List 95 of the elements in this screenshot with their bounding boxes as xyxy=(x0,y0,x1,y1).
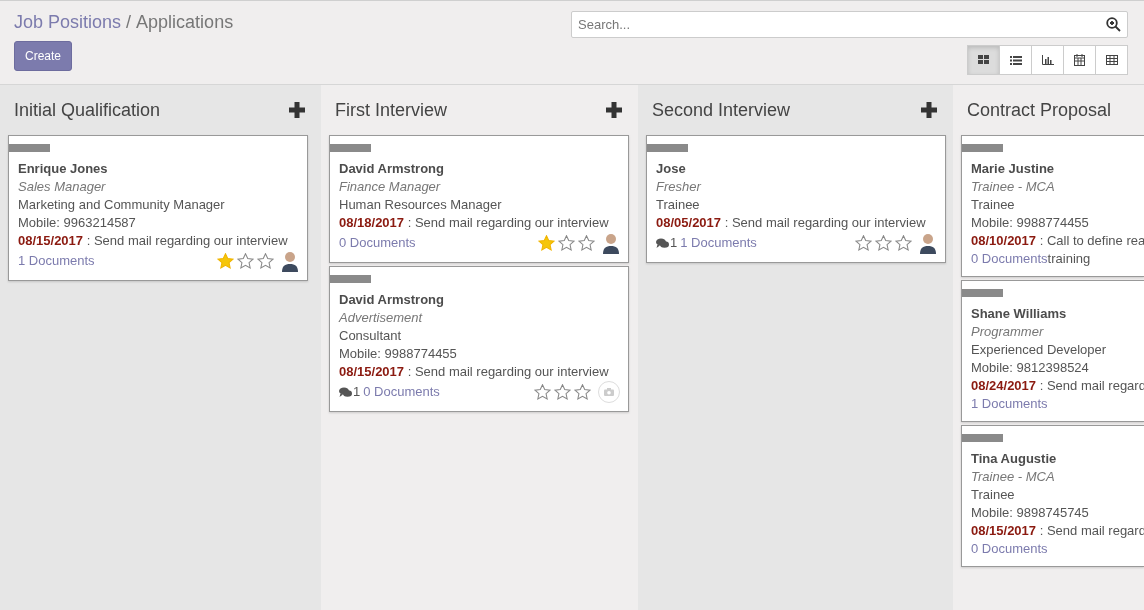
activity-date: 08/10/2017 xyxy=(971,232,1037,250)
applicant-card[interactable]: Jose Fresher Trainee 08/05/2017 : Send mail regarding our interview 1 1 Documents xyxy=(646,135,946,263)
job-title: Consultant xyxy=(339,327,403,345)
search-icon[interactable] xyxy=(1106,17,1121,32)
filled-star-icon[interactable] xyxy=(217,253,234,269)
applicant-name: Tina Augustie xyxy=(971,450,1058,468)
kanban-icon xyxy=(978,55,989,65)
applicant-source: Advertisement xyxy=(339,309,424,327)
activity-date: 08/15/2017 xyxy=(971,522,1037,540)
applicant-name: David Armstrong xyxy=(339,160,445,178)
activity-date: 08/24/2017 xyxy=(971,377,1037,395)
column-title: Initial Qualification xyxy=(14,99,161,121)
applicant-source: Trainee - MCA xyxy=(971,468,1056,486)
applicant-card[interactable]: David Armstrong Finance Manager Human Resources Manager 08/18/2017 : Send mail regarding our interview 0 Documents xyxy=(329,135,629,263)
job-title: Human Resources Manager xyxy=(339,196,503,214)
empty-star-icon[interactable] xyxy=(875,235,892,251)
job-title: Trainee xyxy=(656,196,701,214)
filled-star-icon[interactable] xyxy=(538,235,555,251)
applicant-name: Marie Justine xyxy=(971,160,1056,178)
column-title: Second Interview xyxy=(652,99,791,121)
empty-star-icon[interactable] xyxy=(237,253,254,269)
applicant-source: Finance Manager xyxy=(339,178,442,196)
empty-star-icon[interactable] xyxy=(257,253,274,269)
mobile-number: Mobile: 9812398524 xyxy=(971,359,1090,377)
breadcrumb-separator: / xyxy=(126,12,132,33)
mobile-number: Mobile: 9988774455 xyxy=(971,214,1090,232)
empty-star-icon[interactable] xyxy=(554,384,571,400)
documents-link[interactable]: 0 Documents xyxy=(971,540,1048,558)
empty-star-icon[interactable] xyxy=(558,235,575,251)
view-toggle-button[interactable] xyxy=(1095,45,1128,75)
mobile-number: Mobile: 9898745745 xyxy=(971,504,1090,522)
color-tag xyxy=(330,144,371,152)
bar-chart-icon xyxy=(1041,55,1054,65)
documents-link[interactable]: 0 Documents xyxy=(339,234,416,252)
table-icon xyxy=(1105,55,1118,65)
list-icon xyxy=(1009,55,1022,65)
add-card-button[interactable] xyxy=(604,100,624,120)
activity-summary: : Send mail regarding our interview xyxy=(406,363,609,381)
job-title: Experienced Developer xyxy=(971,341,1108,359)
empty-star-icon[interactable] xyxy=(855,235,872,251)
activity-summary: : Send mail regarding our interview xyxy=(85,232,288,250)
column-title: Contract Proposal xyxy=(967,99,1112,121)
applicant-card[interactable]: Enrique Jones Sales Manager Marketing and Community Manager Mobile: 9963214587 08/15/2017 : Send mail regarding our interview 1 Documents xyxy=(8,135,308,281)
activity-overflow-text: training xyxy=(1047,250,1091,268)
comments-icon xyxy=(339,386,352,398)
empty-star-icon[interactable] xyxy=(534,384,551,400)
empty-star-icon[interactable] xyxy=(578,235,595,251)
activity-date: 08/15/2017 xyxy=(339,363,405,381)
color-tag xyxy=(330,275,371,283)
applicant-name: Jose xyxy=(656,160,687,178)
view-toggle-button[interactable] xyxy=(967,45,1000,75)
calendar-icon xyxy=(1074,54,1085,66)
applicant-source: Sales Manager xyxy=(18,178,107,196)
documents-link[interactable]: 0 Documents xyxy=(971,250,1048,268)
activity-date: 08/05/2017 xyxy=(656,214,722,232)
applicant-source: Trainee - MCA xyxy=(971,178,1056,196)
breadcrumb-link[interactable]: Job Positions xyxy=(14,12,122,33)
add-card-button[interactable] xyxy=(919,100,939,120)
documents-link[interactable]: 1 Documents xyxy=(680,234,757,252)
color-tag xyxy=(962,289,1003,297)
activity-summary: : Send mail regarding our interview xyxy=(723,214,926,232)
applicant-source: Fresher xyxy=(656,178,703,196)
activity-date: 08/15/2017 xyxy=(18,232,84,250)
breadcrumb-current: Applications xyxy=(136,12,234,33)
view-toggle-button[interactable] xyxy=(1063,45,1096,75)
activity-date: 08/18/2017 xyxy=(339,214,405,232)
search-field[interactable]: Search... xyxy=(571,11,1128,38)
applicant-card[interactable]: David Armstrong Advertisement Consultant Mobile: 9988774455 08/15/2017 : Send mail regarding our interview 1 0 Documents xyxy=(329,266,629,412)
activity-summary: : Send mail regarding our interview xyxy=(406,214,609,232)
message-count: 1 xyxy=(670,234,678,252)
color-tag xyxy=(962,434,1003,442)
empty-star-icon[interactable] xyxy=(574,384,591,400)
mobile-number: Mobile: 9988774455 xyxy=(339,345,458,363)
applicant-name: David Armstrong xyxy=(339,291,445,309)
color-tag xyxy=(647,144,688,152)
message-count: 1 xyxy=(353,383,361,401)
color-tag xyxy=(9,144,50,152)
documents-link[interactable]: 1 Documents xyxy=(18,252,95,270)
add-card-button[interactable] xyxy=(287,100,307,120)
comments-icon xyxy=(656,237,669,249)
create-button[interactable]: Create xyxy=(14,41,72,71)
applicant-name: Shane Williams xyxy=(971,305,1068,323)
view-toggle-button[interactable] xyxy=(1031,45,1064,75)
mobile-number: Mobile: 9963214587 xyxy=(18,214,137,232)
empty-star-icon[interactable] xyxy=(895,235,912,251)
column-title: First Interview xyxy=(335,99,448,121)
documents-link[interactable]: 0 Documents xyxy=(363,383,440,401)
documents-link[interactable]: 1 Documents xyxy=(971,395,1048,413)
view-toggle-button[interactable] xyxy=(999,45,1032,75)
job-title: Trainee xyxy=(971,196,1016,214)
job-title: Marketing and Community Manager xyxy=(18,196,226,214)
job-title: Trainee xyxy=(971,486,1016,504)
color-tag xyxy=(962,144,1003,152)
applicant-name: Enrique Jones xyxy=(18,160,109,178)
applicant-source: Programmer xyxy=(971,323,1045,341)
